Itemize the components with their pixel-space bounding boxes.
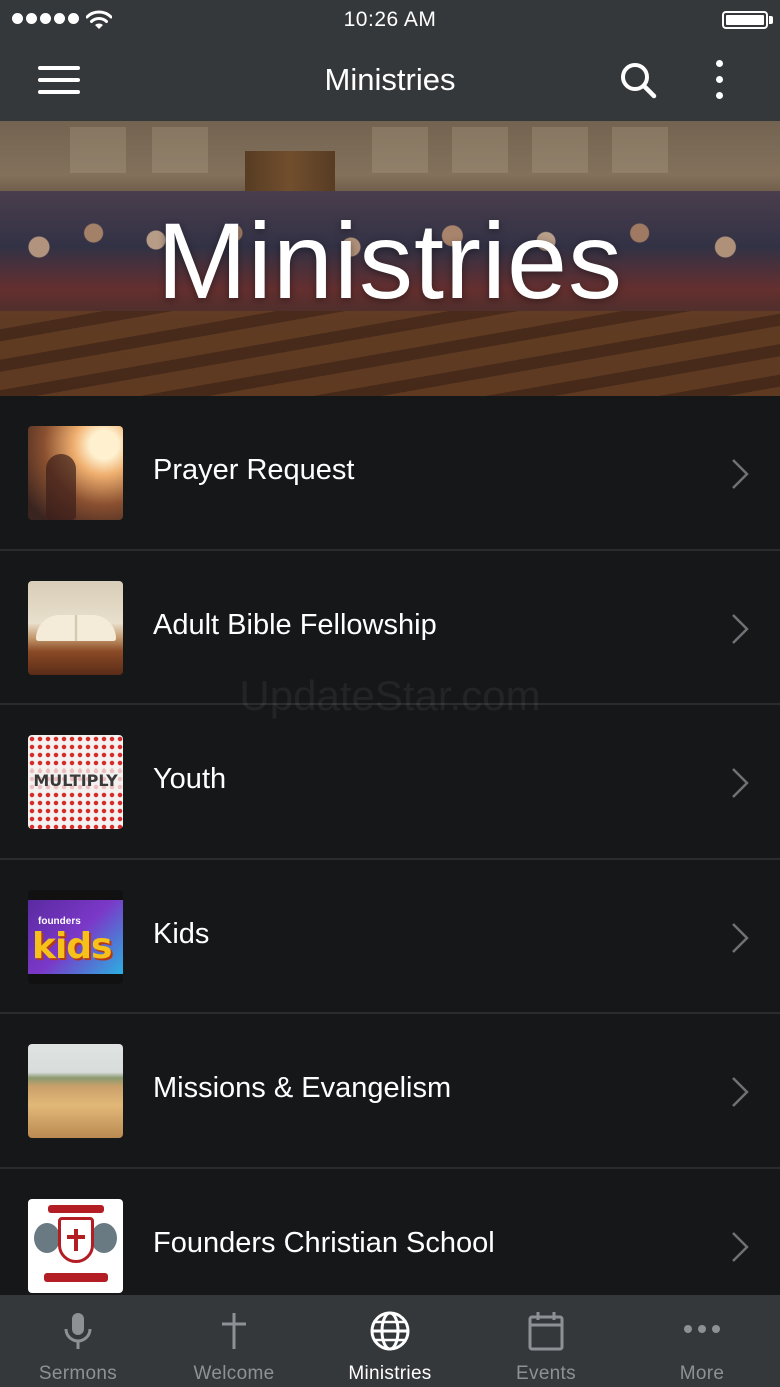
list-item-label: Kids [153, 917, 210, 950]
prayer-thumbnail [28, 426, 123, 520]
tab-label: Events [516, 1363, 576, 1384]
tab-label: Ministries [348, 1363, 432, 1384]
chevron-right-icon [732, 1077, 749, 1107]
chevron-right-icon [732, 768, 749, 798]
missions-thumbnail [28, 1044, 123, 1138]
chevron-right-icon [732, 922, 749, 953]
page-title: Ministries [324, 62, 456, 97]
chevron-right-icon [732, 459, 749, 489]
list-item-label: Youth [153, 763, 227, 795]
tab-more[interactable]: More [624, 1295, 780, 1387]
list-item-label: Founders Christian School [153, 1226, 495, 1259]
list-item-adult-bible-fellowship[interactable]: Adult Bible Fellowship [0, 551, 780, 705]
tab-sermons[interactable]: Sermons [0, 1295, 156, 1387]
list-item-kids[interactable]: founders kids Kids [0, 860, 780, 1014]
cross-icon [222, 1313, 246, 1349]
tab-label: Welcome [193, 1363, 275, 1384]
bottom-tab-bar: Sermons Welcome Ministries Events More [0, 1295, 780, 1387]
battery-tip [769, 16, 773, 24]
status-time: 10:26 AM [343, 8, 437, 31]
youth-thumbnail: MULTIPLY [28, 735, 123, 829]
tab-ministries[interactable]: Ministries [312, 1295, 468, 1387]
calendar-icon [528, 1312, 564, 1351]
list-item-label: Prayer Request [153, 454, 355, 486]
status-bar: 10:26 AM [0, 0, 780, 40]
list-item-prayer-request[interactable]: Prayer Request [0, 396, 780, 551]
hero-banner: Ministries [0, 121, 780, 396]
kids-thumbnail-big-text: kids [32, 925, 112, 967]
search-icon[interactable] [618, 60, 658, 100]
more-vertical-icon[interactable] [712, 58, 728, 102]
more-horizontal-icon [684, 1325, 720, 1333]
school-thumbnail [28, 1198, 123, 1293]
microphone-icon [64, 1313, 92, 1349]
hero-title: Ministries [156, 200, 624, 321]
list-item-youth[interactable]: MULTIPLY Youth [0, 705, 780, 860]
tab-welcome[interactable]: Welcome [156, 1295, 312, 1387]
kids-thumbnail: founders kids [28, 889, 123, 984]
youth-thumbnail-text: MULTIPLY [28, 769, 123, 792]
list-item-label: Missions & Evangelism [153, 1072, 452, 1104]
chevron-right-icon [732, 1231, 749, 1262]
battery-icon [722, 11, 768, 29]
chevron-right-icon [732, 613, 749, 644]
globe-icon [370, 1311, 410, 1351]
list-item-label: Adult Bible Fellowship [153, 608, 437, 641]
ministries-list: Prayer Request Adult Bible Fellowship MU… [0, 396, 780, 1295]
bible-thumbnail [28, 580, 123, 675]
list-item-missions-evangelism[interactable]: Missions & Evangelism [0, 1014, 780, 1169]
app-header: Ministries [0, 40, 780, 121]
list-item-founders-christian-school[interactable]: Founders Christian School [0, 1169, 780, 1296]
tab-label: Sermons [38, 1363, 118, 1384]
tab-label: More [679, 1363, 725, 1384]
tab-events[interactable]: Events [468, 1295, 624, 1387]
